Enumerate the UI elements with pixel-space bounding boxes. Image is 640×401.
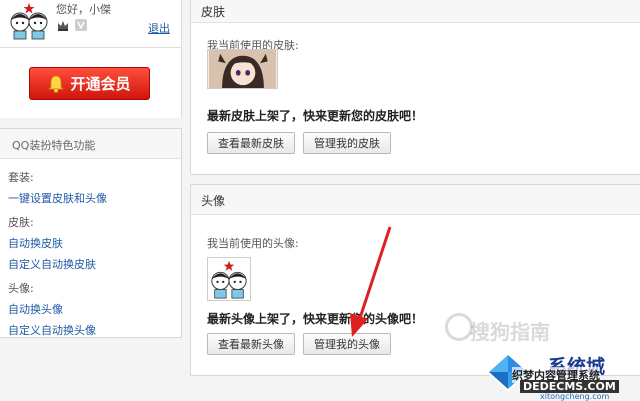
skin-update-hint: 最新皮肤上架了，快来更新您的皮肤吧！: [207, 109, 424, 123]
vip-box: 开通会员: [0, 48, 182, 118]
avatar-current-label: 我当前使用的头像:: [207, 237, 299, 250]
red-arrow-annotation: [350, 226, 392, 337]
current-skin-thumbnail[interactable]: [207, 49, 278, 89]
user-level-icons: [56, 18, 88, 32]
logout-link[interactable]: 退出: [148, 20, 170, 36]
open-vip-button[interactable]: 开通会员: [29, 67, 150, 100]
current-avatar-thumbnail[interactable]: [207, 257, 251, 301]
vip-badge-icon[interactable]: [74, 18, 88, 32]
link-auto-change-avatar[interactable]: 自动换头像: [8, 301, 181, 317]
user-greeting: 您好，小傑: [56, 3, 111, 16]
feature-title: QQ装扮特色功能: [0, 129, 181, 159]
left-column: 您好，小傑 退出 开通会员 QQ装扮特色功能 套装: 一键设置皮肤和头像 皮肤:…: [0, 0, 182, 401]
category-skin: 皮肤:: [8, 216, 34, 229]
user-info-box: 您好，小傑 退出: [0, 0, 182, 48]
view-latest-avatar-button[interactable]: 查看最新头像: [207, 333, 295, 355]
link-set-skin-and-avatar[interactable]: 一键设置皮肤和头像: [8, 190, 181, 206]
sogou-watermark: 搜狗指南: [470, 320, 550, 344]
bell-icon: [48, 75, 65, 93]
category-avatar: 头像:: [8, 282, 34, 295]
sogou-watermark-icon: [445, 313, 473, 341]
link-auto-change-skin[interactable]: 自动换皮肤: [8, 235, 181, 251]
manage-my-skin-button[interactable]: 管理我的皮肤: [303, 132, 391, 154]
site-domain: xitongcheng.com: [540, 392, 610, 401]
skin-panel: 皮肤 我当前使用的皮肤: 最新皮肤上架了，快来更新您的皮肤吧！ 查看最新皮肤 管…: [190, 0, 640, 175]
open-vip-label: 开通会员: [70, 75, 131, 93]
feature-box: QQ装扮特色功能 套装: 一键设置皮肤和头像 皮肤: 自动换皮肤 自定义自动换皮…: [0, 128, 182, 338]
skin-panel-title: 皮肤: [191, 0, 640, 23]
category-suite: 套装:: [8, 171, 34, 184]
feature-list: 套装: 一键设置皮肤和头像 皮肤: 自动换皮肤 自定义自动换皮肤 头像: 自动换…: [0, 159, 181, 338]
level-crown-icon[interactable]: [56, 18, 70, 32]
view-latest-skin-button[interactable]: 查看最新皮肤: [207, 132, 295, 154]
avatar[interactable]: [8, 2, 50, 40]
link-custom-auto-change-avatar[interactable]: 自定义自动换头像: [8, 322, 181, 338]
link-custom-auto-change-skin[interactable]: 自定义自动换皮肤: [8, 256, 181, 272]
avatar-panel-title: 头像: [191, 185, 640, 215]
